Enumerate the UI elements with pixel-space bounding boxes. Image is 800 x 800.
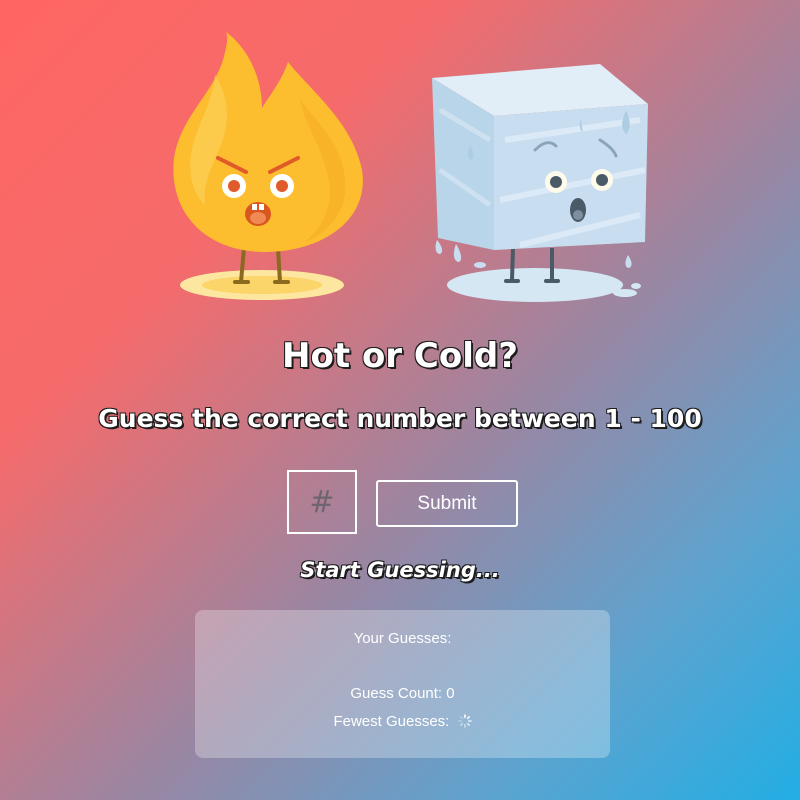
page-subtitle: Guess the correct number between 1 - 100 xyxy=(98,404,702,433)
guesses-label: Your Guesses: xyxy=(353,630,452,647)
fewest-guesses-label: Fewest Guesses: xyxy=(333,713,450,730)
submit-button[interactable]: Submit xyxy=(376,480,518,527)
status-message: Start Guessing... xyxy=(300,558,500,582)
hero-illustration xyxy=(0,0,800,320)
ice-cube-character-icon xyxy=(432,64,648,302)
guess-count-row: Guess Count: 0 xyxy=(195,685,610,702)
guess-count-value: 0 xyxy=(446,685,455,702)
page-title: Hot or Cold? xyxy=(282,336,518,376)
fire-character-icon xyxy=(173,32,363,300)
fewest-guesses-row: Fewest Guesses: xyxy=(195,713,610,730)
guess-count-label: Guess Count: xyxy=(350,685,443,702)
stats-panel: Your Guesses: Guess Count: 0 Fewest Gues… xyxy=(195,610,610,758)
loading-spinner-icon xyxy=(457,714,472,728)
guess-input[interactable] xyxy=(287,470,357,534)
